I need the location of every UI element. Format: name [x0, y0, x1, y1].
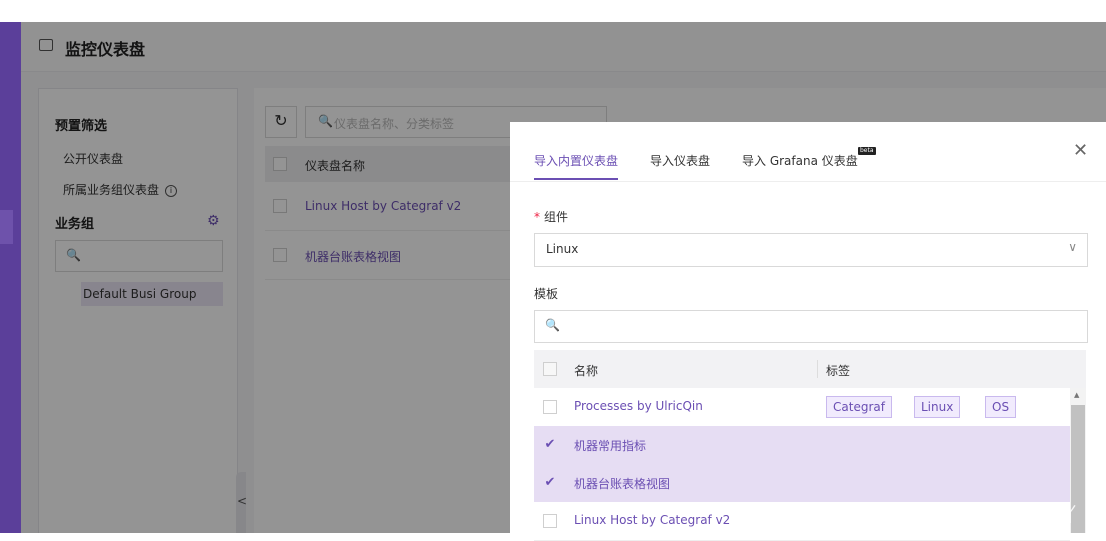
- tab-divider: [510, 181, 1106, 182]
- template-row[interactable]: Processes by UlricQin Categraf Linux OS: [534, 388, 1070, 427]
- template-name[interactable]: 机器台账表格视图: [574, 475, 670, 492]
- template-name[interactable]: Linux Host by Categraf v2: [574, 513, 730, 527]
- tab-import-dashboard[interactable]: 导入仪表盘: [650, 152, 710, 169]
- component-label: * 组件: [534, 208, 568, 225]
- template-label: 模板: [534, 287, 559, 301]
- template-table-header: 名称 标签: [534, 350, 1086, 388]
- column-name: 名称: [574, 364, 599, 378]
- scroll-up-icon[interactable]: ▲: [1074, 391, 1079, 399]
- template-search-input[interactable]: 🔍: [534, 310, 1088, 343]
- tag-badge: OS: [985, 396, 1017, 418]
- template-name[interactable]: Processes by UlricQin: [574, 399, 703, 413]
- row-checkbox-checked[interactable]: ✔: [543, 476, 557, 490]
- chevron-down-icon: ∨: [1068, 240, 1077, 254]
- template-row[interactable]: ✔ 机器台账表格视图: [534, 464, 1070, 503]
- tab-import-builtin[interactable]: 导入内置仪表盘: [534, 152, 618, 169]
- top-strip: [0, 0, 1106, 22]
- select-all-checkbox[interactable]: [543, 362, 557, 376]
- left-nav-active-item[interactable]: [0, 210, 13, 244]
- template-row[interactable]: ✔ 机器常用指标: [534, 426, 1070, 465]
- watermark: CSDN @是潮汕的灿灿展吖: [845, 504, 1077, 526]
- row-checkbox[interactable]: [543, 514, 557, 528]
- tag-badge: Linux: [914, 396, 961, 418]
- component-select-value: Linux: [546, 242, 579, 256]
- column-tags: 标签: [826, 364, 851, 378]
- import-drawer: 导入内置仪表盘 导入仪表盘 导入 Grafana 仪表盘 beta ✕ * 组件 …: [510, 122, 1106, 541]
- left-nav: [0, 22, 21, 533]
- template-name[interactable]: 机器常用指标: [574, 437, 646, 454]
- search-icon: 🔍: [545, 318, 560, 332]
- column-divider: [817, 360, 818, 378]
- beta-badge: beta: [858, 147, 876, 155]
- close-icon[interactable]: ✕: [1073, 140, 1088, 161]
- tab-import-grafana[interactable]: 导入 Grafana 仪表盘: [742, 152, 858, 169]
- component-label-text: 组件: [544, 210, 569, 224]
- component-select[interactable]: Linux ∨: [534, 233, 1088, 267]
- active-tab-indicator: [534, 178, 618, 180]
- row-checkbox[interactable]: [543, 400, 557, 414]
- required-mark: *: [534, 210, 540, 224]
- row-checkbox-checked[interactable]: ✔: [543, 438, 557, 452]
- tag-badge: Categraf: [826, 396, 892, 418]
